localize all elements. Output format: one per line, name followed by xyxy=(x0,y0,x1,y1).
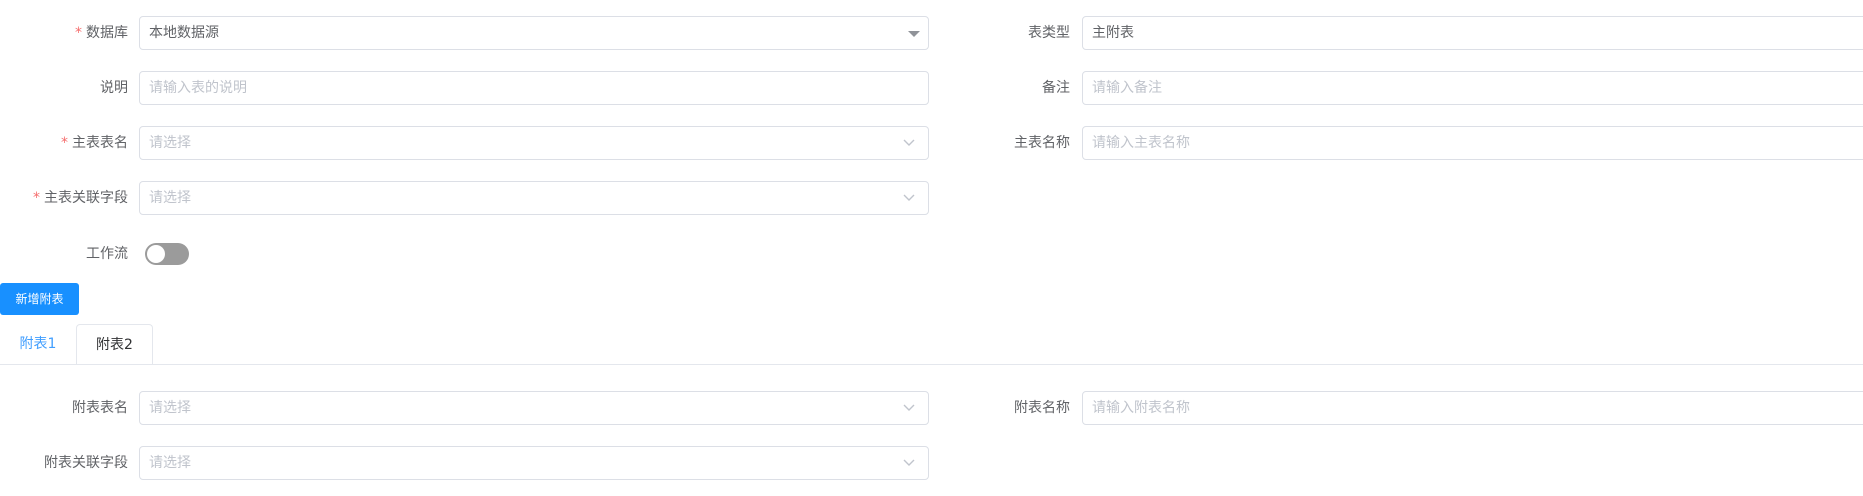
main-table-placeholder: 请选择 xyxy=(149,135,191,151)
chevron-down-icon xyxy=(903,404,915,411)
sub-link-field-label: 附表关联字段 xyxy=(44,455,128,471)
remark-label: 备注 xyxy=(1042,80,1070,96)
required-mark: * xyxy=(75,25,82,41)
workflow-switch[interactable] xyxy=(145,243,189,265)
sub-link-field-select[interactable]: 请选择 xyxy=(139,446,929,480)
description-label: 说明 xyxy=(100,80,128,96)
sub-table-select[interactable]: 请选择 xyxy=(139,391,929,425)
sub-link-field-placeholder: 请选择 xyxy=(149,455,191,471)
main-table-name-input[interactable]: 请输入主表名称 xyxy=(1082,126,1863,160)
main-table-label: * 主表表名 xyxy=(61,135,128,151)
main-link-field-label: * 主表关联字段 xyxy=(33,190,128,206)
workflow-label: 工作流 xyxy=(86,246,128,262)
sub-table-placeholder: 请选择 xyxy=(149,400,191,416)
caret-down-icon xyxy=(908,31,920,37)
chevron-down-icon xyxy=(903,139,915,146)
description-input[interactable]: 请输入表的说明 xyxy=(139,71,929,105)
remark-input[interactable]: 请输入备注 xyxy=(1082,71,1863,105)
main-table-name-label: 主表名称 xyxy=(1014,135,1070,151)
tabs-divider xyxy=(0,364,1863,365)
switch-knob xyxy=(147,245,165,263)
sub-table-name-placeholder: 请输入附表名称 xyxy=(1092,400,1190,416)
main-table-name-placeholder: 请输入主表名称 xyxy=(1092,135,1190,151)
database-label: * 数据库 xyxy=(75,25,128,41)
table-type-select[interactable]: 主附表 xyxy=(1082,16,1863,50)
table-type-label: 表类型 xyxy=(1028,25,1070,41)
chevron-down-icon xyxy=(903,194,915,201)
remark-placeholder: 请输入备注 xyxy=(1092,80,1162,96)
main-link-field-select[interactable]: 请选择 xyxy=(139,181,929,215)
database-select-value: 本地数据源 xyxy=(149,25,219,41)
tab-sub-table-2[interactable]: 附表2 xyxy=(76,324,153,365)
main-link-field-placeholder: 请选择 xyxy=(149,190,191,206)
table-type-select-value: 主附表 xyxy=(1092,25,1134,41)
sub-table-name-input[interactable]: 请输入附表名称 xyxy=(1082,391,1863,425)
required-mark: * xyxy=(33,190,40,206)
chevron-down-icon xyxy=(903,459,915,466)
tab-sub-table-1[interactable]: 附表1 xyxy=(0,324,76,365)
sub-table-name-label: 附表名称 xyxy=(1014,400,1070,416)
description-placeholder: 请输入表的说明 xyxy=(149,80,247,96)
database-select[interactable]: 本地数据源 xyxy=(139,16,929,50)
sub-table-label: 附表表名 xyxy=(72,400,128,416)
required-mark: * xyxy=(61,135,68,151)
add-sub-table-button[interactable]: 新增附表 xyxy=(0,283,79,315)
main-table-select[interactable]: 请选择 xyxy=(139,126,929,160)
